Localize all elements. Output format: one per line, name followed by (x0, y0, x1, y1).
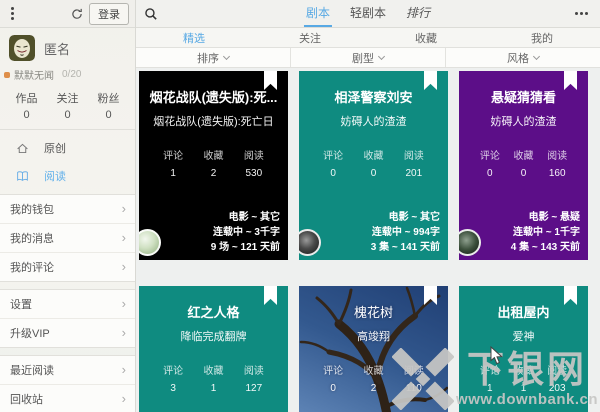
stat-following[interactable]: 关注 0 (47, 90, 88, 121)
cards-grid: 烟花战队(遗失版):死... 烟花战队(遗失版):死亡日 评论 1 收藏 2 阅读 5… (136, 68, 600, 412)
sidebar-item-reading[interactable]: 阅读 (0, 162, 135, 190)
filter-dropdowns-row: 排序 剧型 风格 (136, 48, 600, 68)
filter-tab-featured[interactable]: 精选 (136, 28, 252, 47)
card-stats: 评论 0 收藏 0 阅读 160 (479, 151, 568, 179)
card-subtitle: 爱神 (512, 331, 535, 343)
sidebar-item-recycle-bin[interactable]: 回收站 › (0, 385, 135, 412)
author-avatar[interactable] (459, 229, 481, 256)
chevron-right-icon: › (121, 296, 126, 311)
card-subtitle: 妨碍人的渣渣 (490, 116, 557, 128)
main-header: 剧本 轻剧本 排行 (136, 0, 600, 28)
tab-ranking[interactable]: 排行 (404, 0, 432, 27)
sidebar-item-upgrade-vip[interactable]: 升级VIP › (0, 319, 135, 347)
sidebar-item-recent-reading[interactable]: 最近阅读 › (0, 356, 135, 385)
dropdown-style[interactable]: 风格 (446, 48, 600, 67)
sidebar-item-original[interactable]: 原创 (0, 134, 135, 162)
script-card[interactable]: 相泽警察刘安 妨碍人的渣渣 评论 0 收藏 0 阅读 201 电影 ~ 其它 连载中 … (299, 71, 448, 260)
filter-tab-mine[interactable]: 我的 (484, 28, 600, 47)
user-avatar[interactable] (9, 35, 35, 61)
stat-works[interactable]: 作品 0 (6, 90, 47, 121)
chevron-right-icon: › (121, 362, 126, 377)
main-area: 剧本 轻剧本 排行 精选 关注 收藏 我的 排序 剧型 风格 烟花战队(遗失版)… (136, 0, 600, 412)
card-subtitle: 妨碍人的渣渣 (340, 116, 407, 128)
sidebar-header: 登录 (0, 0, 135, 28)
script-card[interactable]: 红之人格 降临完成翻牌 评论 3 收藏 1 阅读 127 (139, 286, 288, 412)
card-meta: 电影 ~ 其它 连载中 ~ 3千字 9 场 ~ 121 天前 (210, 212, 280, 253)
chevron-down-icon (377, 52, 386, 61)
app-window: 登录 匿名 默默无闻 0/20 作品 0 关注 0 粉丝 0 原创 阅读 我的钱… (0, 0, 600, 412)
chevron-down-icon (222, 52, 231, 61)
refresh-icon[interactable] (71, 8, 83, 20)
chevron-down-icon (532, 52, 541, 61)
search-icon[interactable] (144, 7, 158, 21)
card-title: 相泽警察刘安 (334, 90, 413, 105)
filter-tab-favorites[interactable]: 收藏 (368, 28, 484, 47)
sidebar-item-comments[interactable]: 我的评论 › (0, 253, 135, 281)
chevron-right-icon: › (121, 325, 126, 340)
card-subtitle: 降临完成翻牌 (180, 331, 247, 343)
sidebar-group-settings: 设置 › 升级VIP › (0, 289, 135, 348)
card-title: 悬疑猜猜看 (490, 90, 556, 105)
user-stats: 作品 0 关注 0 粉丝 0 (0, 84, 135, 130)
card-subtitle: 高竣翔 (357, 331, 390, 343)
card-meta: 电影 ~ 其它 连载中 ~ 994字 3 集 ~ 141 天前 (370, 212, 440, 253)
book-icon (16, 170, 29, 183)
sidebar-group-account: 我的钱包 › 我的消息 › 我的评论 › (0, 194, 135, 282)
chevron-right-icon: › (121, 201, 126, 216)
user-level: 默默无闻 0/20 (0, 61, 135, 84)
home-icon (16, 142, 29, 155)
script-card[interactable]: 烟花战队(遗失版):死... 烟花战队(遗失版):死亡日 评论 1 收藏 2 阅读 5… (139, 71, 288, 260)
menu-dots-icon[interactable] (6, 4, 19, 23)
card-title: 槐花树 (353, 305, 393, 320)
dropdown-sort[interactable]: 排序 (136, 48, 291, 67)
dropdown-genre[interactable]: 剧型 (291, 48, 446, 67)
sidebar: 登录 匿名 默默无闻 0/20 作品 0 关注 0 粉丝 0 原创 阅读 我的钱… (0, 0, 136, 412)
stat-followers[interactable]: 粉丝 0 (88, 90, 129, 121)
more-options-icon[interactable] (571, 8, 592, 19)
sidebar-item-messages[interactable]: 我的消息 › (0, 224, 135, 253)
card-stats: 评论 1 收藏 1 阅读 203 (479, 366, 568, 394)
card-title: 出租屋内 (497, 305, 550, 320)
sidebar-item-wallet[interactable]: 我的钱包 › (0, 195, 135, 224)
filter-tabs-row: 精选 关注 收藏 我的 (136, 28, 600, 48)
card-stats: 评论 0 收藏 0 阅读 201 (323, 151, 424, 179)
card-title: 红之人格 (187, 305, 240, 320)
anonymous-mask-icon (9, 35, 35, 61)
card-stats: 评论 1 收藏 2 阅读 530 (163, 151, 264, 179)
card-title: 烟花战队(遗失版):死... (149, 90, 278, 105)
filter-tab-following[interactable]: 关注 (252, 28, 368, 47)
chevron-right-icon: › (121, 230, 126, 245)
top-tabs: 剧本 轻剧本 排行 (303, 0, 432, 27)
chevron-right-icon: › (121, 391, 126, 406)
card-meta: 电影 ~ 悬疑 连载中 ~ 1千字 4 集 ~ 143 天前 (510, 212, 580, 253)
level-badge-icon (4, 71, 10, 78)
script-card[interactable]: 槐花树 高竣翔 评论 0 收藏 2 阅读 110 (299, 286, 448, 412)
username: 匿名 (44, 41, 71, 57)
chevron-right-icon: › (121, 259, 126, 274)
sidebar-item-settings[interactable]: 设置 › (0, 290, 135, 319)
author-avatar[interactable] (139, 229, 161, 256)
card-stats: 评论 3 收藏 1 阅读 127 (163, 366, 264, 394)
card-stats: 评论 0 收藏 2 阅读 110 (323, 366, 424, 394)
sidebar-group-reading: 最近阅读 › 回收站 › (0, 355, 135, 412)
login-button[interactable]: 登录 (89, 2, 129, 25)
script-card[interactable]: 出租屋内 爱神 评论 1 收藏 1 阅读 203 (459, 286, 588, 412)
script-card[interactable]: 悬疑猜猜看 妨碍人的渣渣 评论 0 收藏 0 阅读 160 电影 ~ 悬疑 连载中 ~… (459, 71, 588, 260)
tab-scripts[interactable]: 剧本 (303, 0, 332, 27)
author-avatar[interactable] (299, 229, 321, 256)
user-profile[interactable]: 匿名 (0, 28, 135, 61)
card-subtitle: 烟花战队(遗失版):死亡日 (153, 116, 274, 128)
tab-light-scripts[interactable]: 轻剧本 (348, 0, 388, 27)
